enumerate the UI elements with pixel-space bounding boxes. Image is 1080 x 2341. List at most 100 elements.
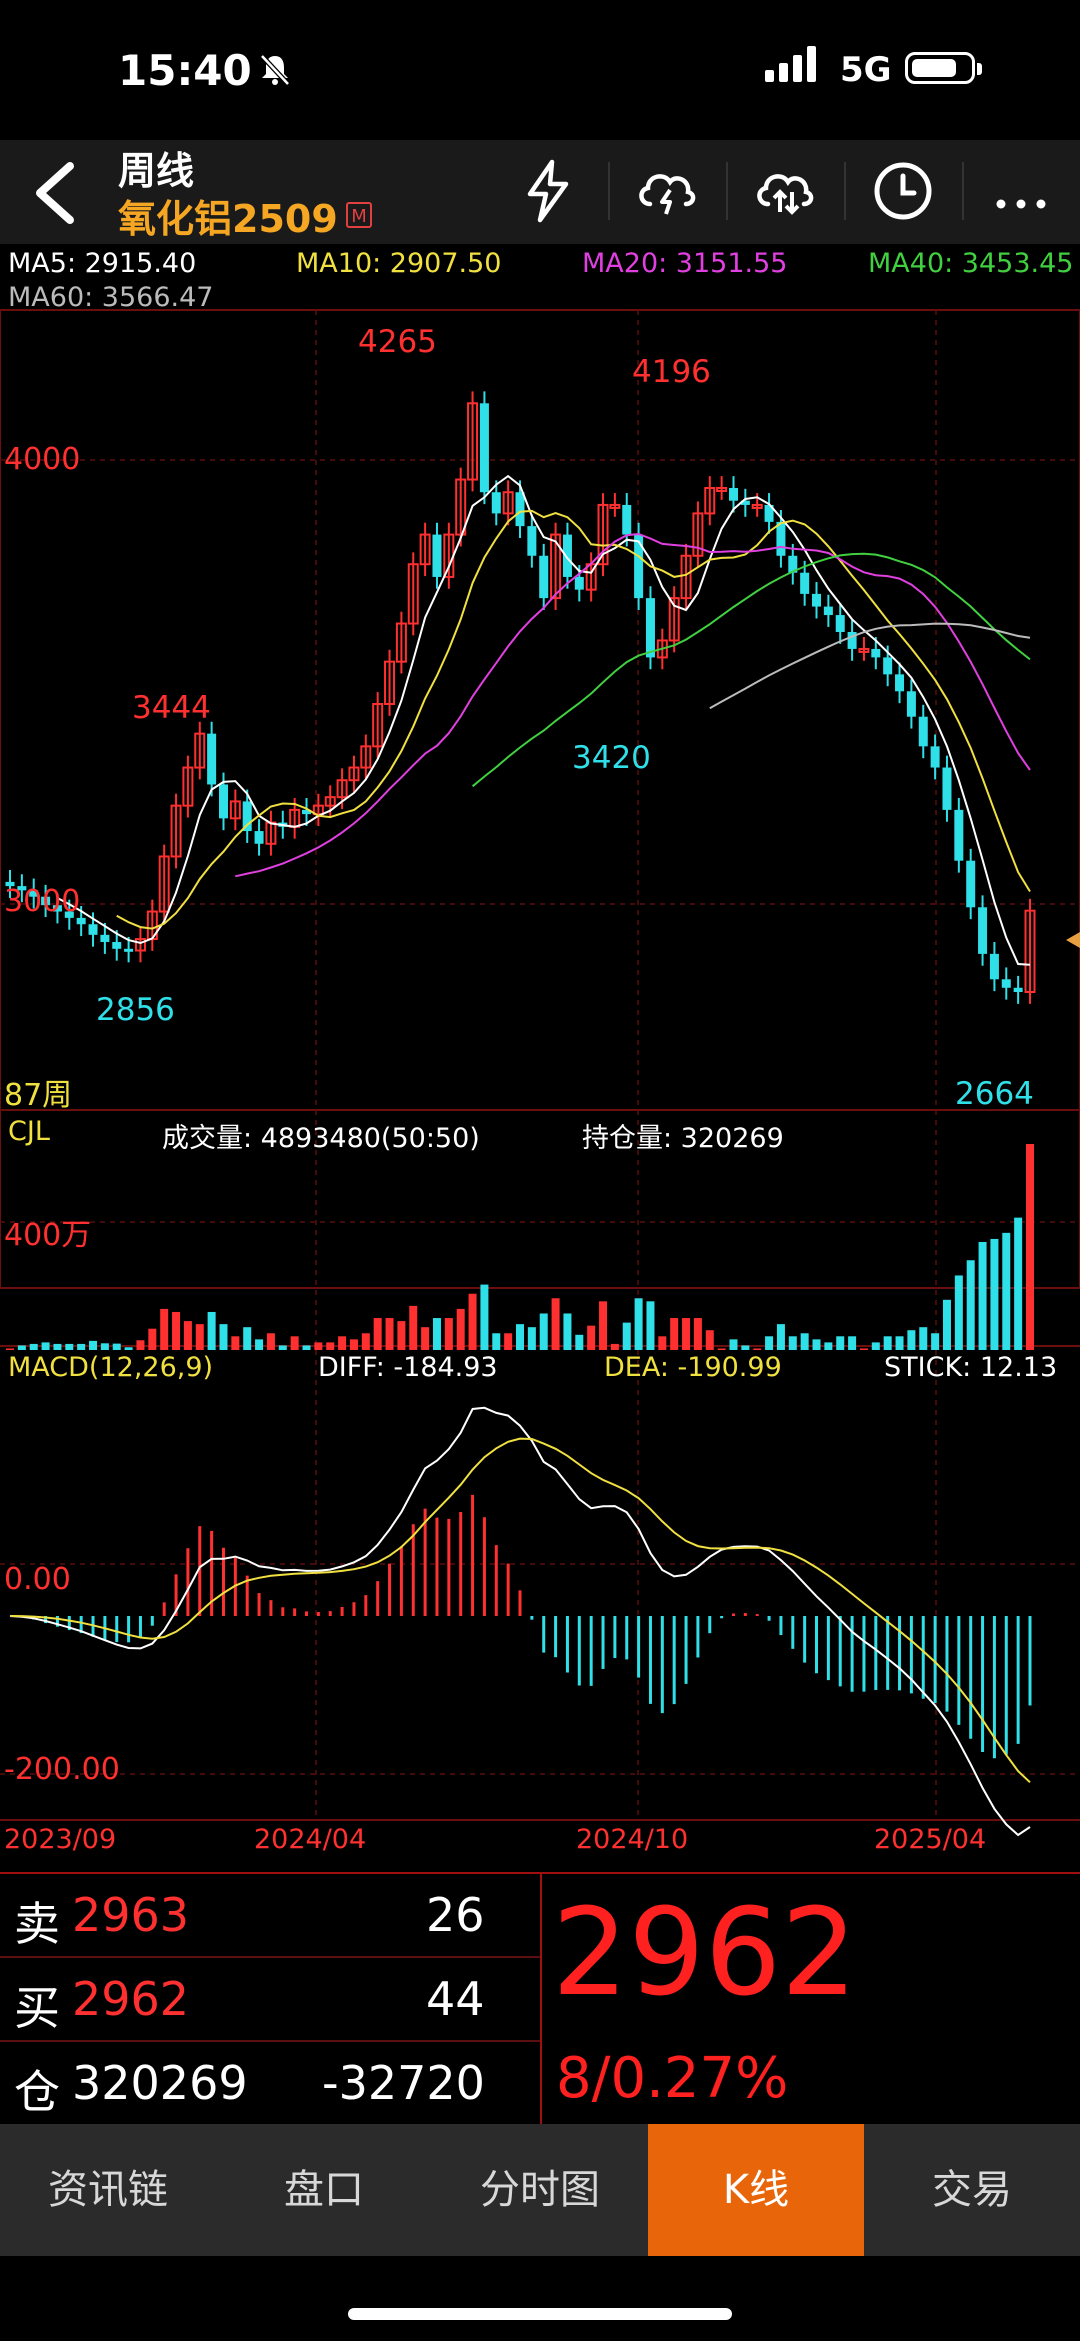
tab-order-book[interactable]: 盘口 xyxy=(216,2124,432,2256)
candle-down xyxy=(966,860,976,908)
candle-down xyxy=(562,534,572,577)
cloud-sync-icon[interactable] xyxy=(750,156,820,226)
kline-chart[interactable]: MA5: 2915.40 MA10: 2907.50 MA20: 3151.55… xyxy=(0,244,1080,1872)
volume-bar xyxy=(859,1348,868,1350)
volume-bar xyxy=(883,1336,892,1350)
volume-bar xyxy=(1026,1144,1034,1350)
tab-trade[interactable]: 交易 xyxy=(864,2124,1080,2256)
volume-bar xyxy=(278,1345,287,1350)
oi-label: 仓 xyxy=(14,2065,60,2119)
volume-bar xyxy=(53,1343,62,1350)
volume-bar xyxy=(895,1336,904,1350)
macd-diff: DIFF: -184.93 xyxy=(318,1352,498,1383)
volume-bar xyxy=(551,1298,560,1350)
back-arrow-icon[interactable] xyxy=(30,158,80,228)
volume-bar xyxy=(824,1342,833,1350)
tab-intraday[interactable]: 分时图 xyxy=(432,2124,648,2256)
candle-down xyxy=(634,534,644,599)
candle-down xyxy=(835,615,845,632)
candle-down xyxy=(254,831,264,844)
kline-chart-canvas[interactable] xyxy=(0,244,1080,1872)
macd-axis-label: 0.00 xyxy=(4,1562,71,1597)
volume-bar xyxy=(207,1311,216,1350)
status-bar: 15:40 5G xyxy=(0,0,1080,140)
volume-bar xyxy=(978,1241,987,1350)
cloud-lightning-icon[interactable] xyxy=(632,156,702,226)
volume-bar xyxy=(183,1321,192,1350)
volume-bar xyxy=(456,1308,465,1350)
volume-bar xyxy=(990,1238,999,1350)
volume-bar xyxy=(563,1313,572,1350)
volume-bar xyxy=(148,1328,157,1350)
volume-bar xyxy=(290,1336,299,1350)
sell-price: 2963 xyxy=(72,1888,190,1942)
candle-down xyxy=(100,934,110,943)
clock: 15:40 xyxy=(118,46,252,95)
volume-bar xyxy=(693,1318,702,1350)
candle-down xyxy=(871,648,881,658)
macd-dea: DEA: -190.99 xyxy=(604,1352,782,1383)
volume-bar xyxy=(65,1343,74,1350)
volume-bar xyxy=(29,1343,38,1350)
volume-bar xyxy=(100,1343,109,1350)
candle-down xyxy=(728,488,738,501)
candle-down xyxy=(883,657,893,675)
candle-down xyxy=(622,504,632,535)
volume-bar xyxy=(314,1342,323,1350)
volume-bar xyxy=(160,1308,169,1350)
mute-bell-icon xyxy=(260,54,290,86)
volume-bar xyxy=(432,1318,441,1350)
ma5-legend: MA5: 2915.40 xyxy=(8,248,197,279)
period-title: 周线 xyxy=(118,149,195,193)
x-axis-label: 2023/09 xyxy=(4,1824,117,1855)
volume-bar xyxy=(907,1330,916,1350)
candle-down xyxy=(918,716,928,747)
macd-axis-label: -200.00 xyxy=(4,1752,120,1787)
volume-bar xyxy=(468,1293,477,1350)
symbol-title[interactable]: 氧化铝2509 xyxy=(118,188,338,243)
volume-bar xyxy=(836,1336,845,1350)
low-annotation: 2856 xyxy=(96,992,175,1028)
volume-bar xyxy=(753,1348,762,1350)
volume-bar xyxy=(17,1345,26,1350)
high-annotation: 4196 xyxy=(632,354,711,390)
volume-bar xyxy=(646,1301,655,1350)
volume-bar xyxy=(421,1327,430,1350)
candle-down xyxy=(776,521,786,556)
clock-icon[interactable] xyxy=(868,156,938,226)
volume-bar xyxy=(373,1318,382,1350)
current-price-marker xyxy=(1066,932,1080,948)
more-icon[interactable] xyxy=(986,156,1056,226)
last-price: 2962 xyxy=(552,1884,858,2023)
volume-bar xyxy=(361,1333,370,1350)
low-annotation: 3420 xyxy=(572,740,651,776)
candle-down xyxy=(1001,979,1011,988)
nav-divider xyxy=(962,162,964,220)
candle-down xyxy=(112,942,122,949)
lightning-icon[interactable] xyxy=(514,156,584,226)
ma40-legend: MA40: 3453.45 xyxy=(868,248,1074,279)
candle-down xyxy=(989,953,999,980)
nav-divider xyxy=(726,162,728,220)
tab-news-chain[interactable]: 资讯链 xyxy=(0,2124,216,2256)
candle-down xyxy=(432,534,442,577)
sell-row[interactable]: 卖 2963 26 xyxy=(0,1874,540,1958)
volume-bar xyxy=(516,1324,524,1350)
volume-bar xyxy=(219,1324,228,1350)
volume-bar xyxy=(575,1334,584,1350)
candle-down xyxy=(823,606,833,616)
buy-row[interactable]: 买 2962 44 xyxy=(0,1958,540,2042)
candle-down xyxy=(906,691,916,717)
volume-bar xyxy=(539,1313,548,1350)
volume-bar xyxy=(480,1284,489,1350)
quote-divider xyxy=(540,1874,542,2124)
sell-qty: 26 xyxy=(426,1888,485,1942)
candle-down xyxy=(812,593,822,607)
volume-bar xyxy=(717,1348,726,1350)
candle-down xyxy=(88,924,98,935)
volume-bar xyxy=(871,1342,880,1350)
market-badge: M xyxy=(346,202,372,228)
tab-kline[interactable]: K线 xyxy=(648,2124,864,2256)
buy-price: 2962 xyxy=(72,1972,190,2026)
volume-bar xyxy=(705,1330,714,1350)
